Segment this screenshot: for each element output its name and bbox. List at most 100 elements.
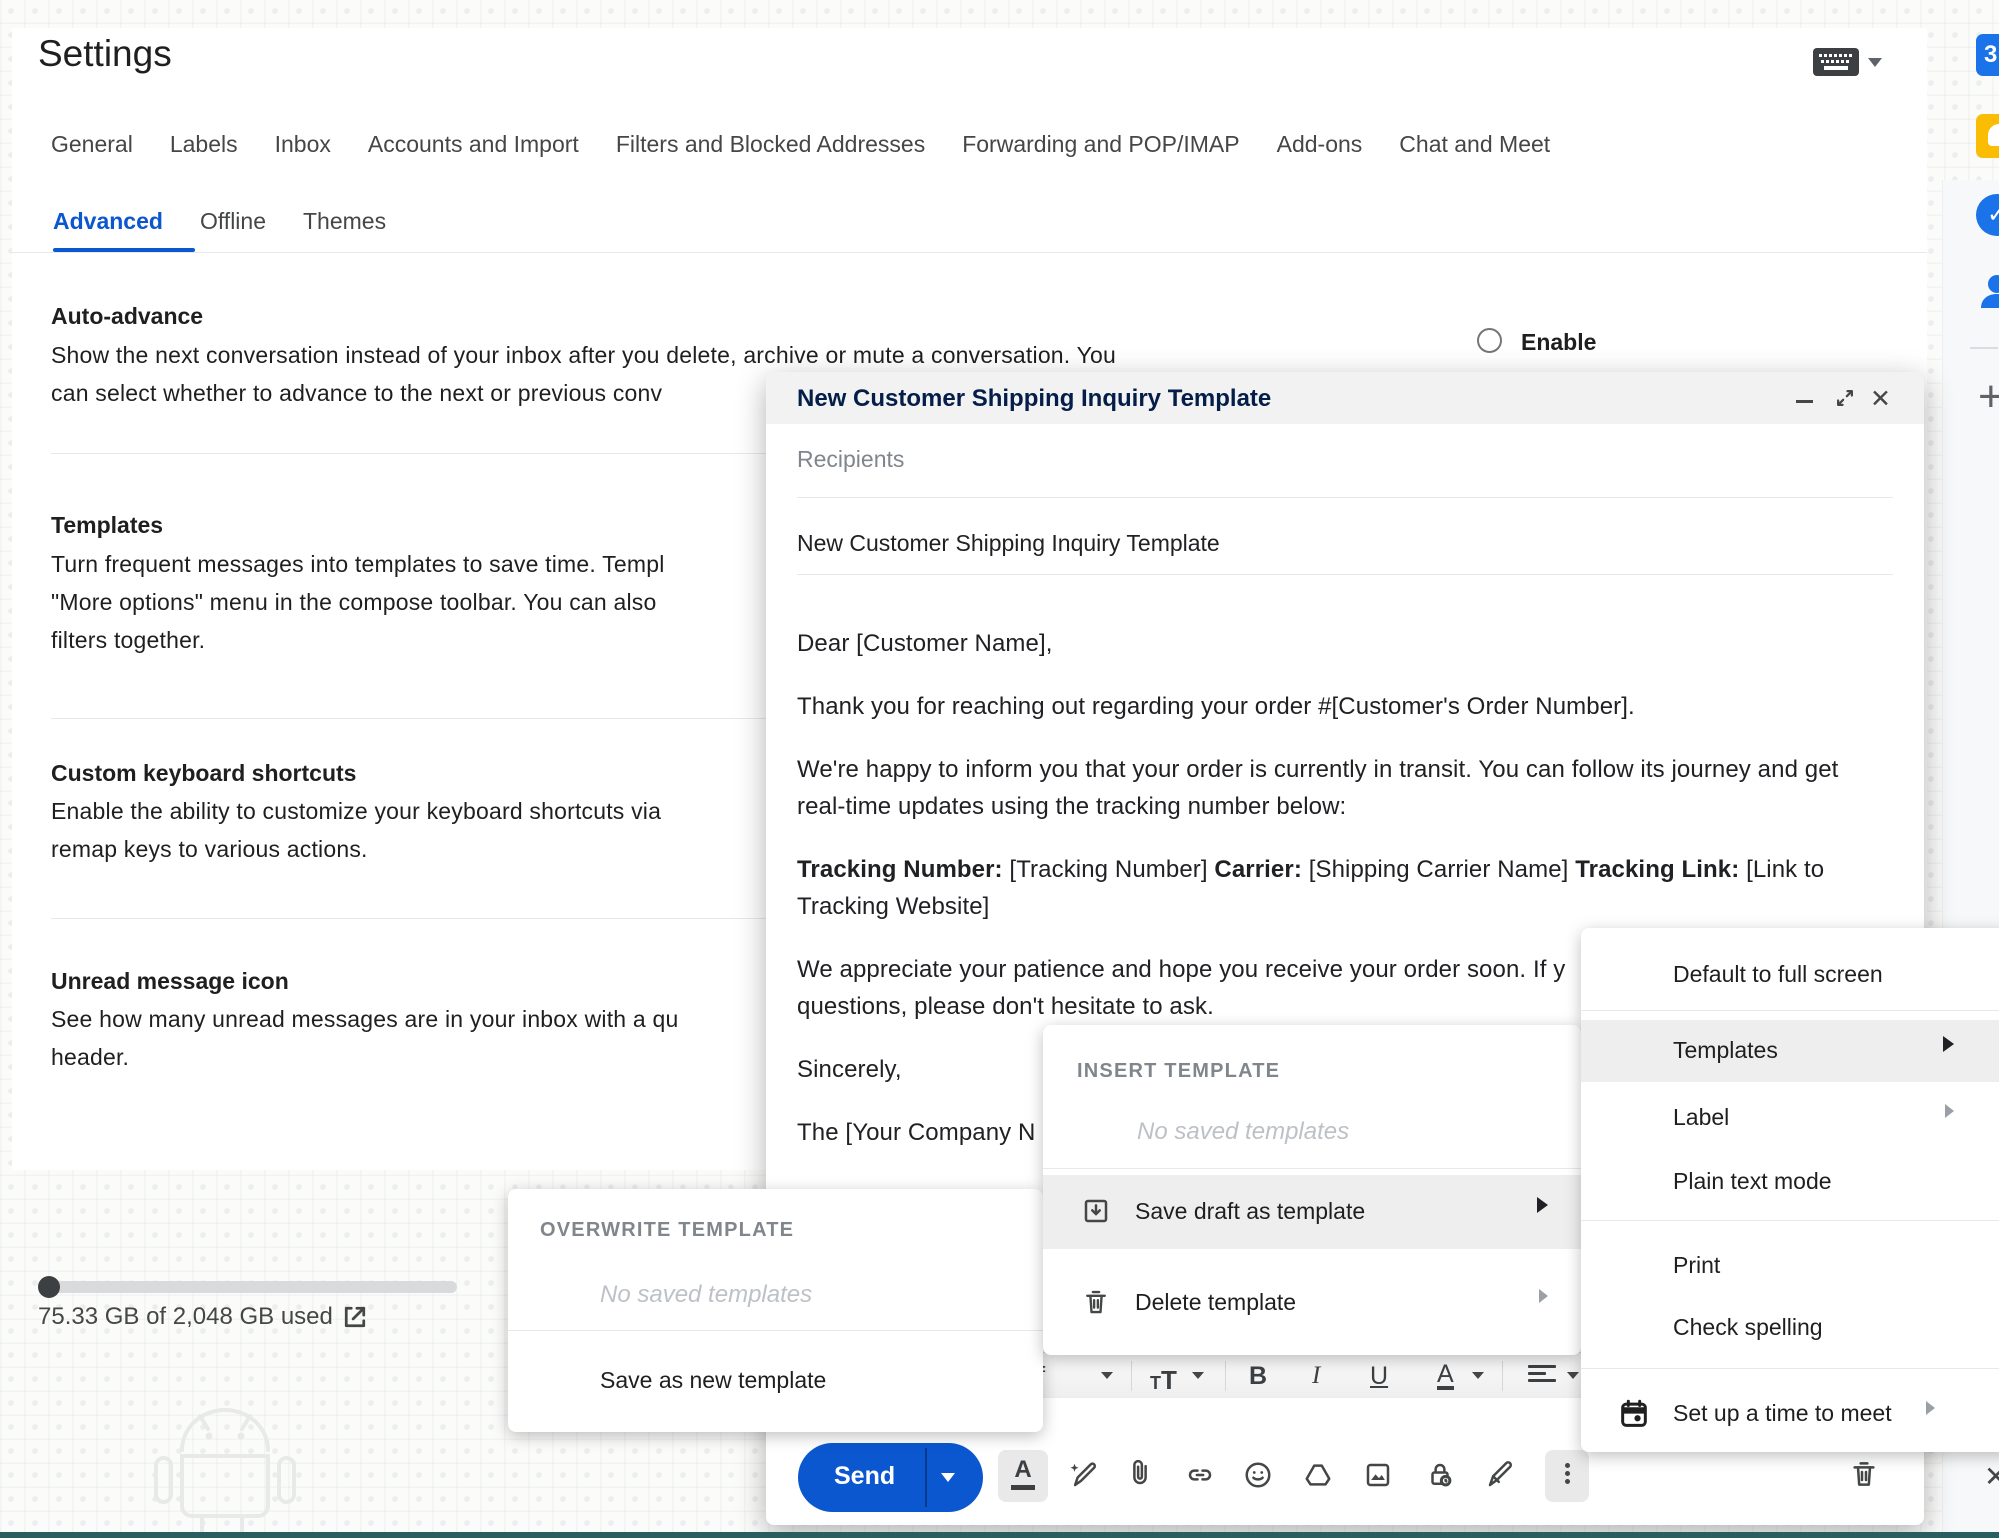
overwrite-template-header: OVERWRITE TEMPLATE bbox=[540, 1219, 794, 1242]
tab-labels[interactable]: Labels bbox=[170, 131, 238, 158]
page-title: Settings bbox=[38, 33, 172, 75]
body-line: We're happy to inform you that your orde… bbox=[797, 751, 1897, 788]
section-text: Turn frequent messages into templates to… bbox=[51, 551, 665, 578]
send-split-divider bbox=[925, 1448, 927, 1507]
underline-button[interactable]: U bbox=[1370, 1362, 1388, 1391]
menu-item-save-as-new-template[interactable]: Save as new template bbox=[508, 1331, 1043, 1430]
storage-progress-bar bbox=[45, 1281, 457, 1293]
subject-field[interactable]: New Customer Shipping Inquiry Template bbox=[797, 530, 1220, 557]
get-add-ons-plus-icon[interactable]: + bbox=[1978, 372, 1999, 422]
tab-inbox[interactable]: Inbox bbox=[275, 131, 331, 158]
tab-filters[interactable]: Filters and Blocked Addresses bbox=[616, 131, 925, 158]
section-text: Enable the ability to customize your key… bbox=[51, 798, 661, 825]
attach-file-icon[interactable] bbox=[1125, 1458, 1155, 1493]
section-text: header. bbox=[51, 1044, 129, 1071]
menu-item-save-draft-as-template[interactable]: Save draft as template bbox=[1043, 1175, 1581, 1249]
insert-from-drive-icon[interactable] bbox=[1303, 1460, 1333, 1495]
subtab-offline[interactable]: Offline bbox=[200, 208, 266, 235]
section-text: Show the next conversation instead of yo… bbox=[51, 342, 1116, 369]
tab-general[interactable]: General bbox=[51, 131, 133, 158]
side-panel-divider bbox=[1970, 347, 1998, 349]
font-size-dropdown-icon[interactable] bbox=[1192, 1372, 1204, 1379]
storage-external-link-icon[interactable] bbox=[340, 1302, 370, 1337]
help-me-write-icon[interactable] bbox=[1067, 1460, 1097, 1495]
menu-item-templates[interactable]: Templates bbox=[1581, 1020, 1999, 1082]
insert-emoji-icon[interactable] bbox=[1243, 1460, 1273, 1495]
submenu-chevron-icon bbox=[1926, 1401, 1935, 1415]
enable-radio[interactable] bbox=[1477, 328, 1502, 353]
send-button-label: Send bbox=[834, 1462, 895, 1491]
body-line: Dear [Customer Name], bbox=[797, 625, 1897, 662]
bold-button[interactable]: B bbox=[1249, 1362, 1267, 1391]
insert-link-icon[interactable] bbox=[1185, 1460, 1215, 1495]
expand-icon[interactable] bbox=[1834, 387, 1856, 414]
tab-chat-and-meet[interactable]: Chat and Meet bbox=[1399, 131, 1550, 158]
align-button[interactable] bbox=[1528, 1361, 1556, 1386]
minimize-icon[interactable] bbox=[1796, 400, 1813, 403]
compose-options-menu: Default to full screen Templates Label P… bbox=[1581, 928, 1999, 1452]
contacts-app-icon[interactable] bbox=[1976, 270, 1999, 312]
subtab-divider bbox=[12, 252, 1927, 253]
text-color-button[interactable]: A bbox=[1437, 1362, 1454, 1390]
font-size-button[interactable]: TT bbox=[1150, 1365, 1177, 1396]
discard-draft-trash-icon[interactable] bbox=[1848, 1458, 1880, 1495]
compose-window-title: New Customer Shipping Inquiry Template bbox=[797, 385, 1271, 413]
subtab-advanced[interactable]: Advanced bbox=[53, 208, 163, 235]
menu-item-set-up-time-to-meet[interactable]: Set up a time to meet bbox=[1581, 1386, 1999, 1444]
menu-item-default-to-full-screen[interactable]: Default to full screen bbox=[1673, 961, 1883, 988]
subtab-themes[interactable]: Themes bbox=[303, 208, 386, 235]
font-family-dropdown-icon[interactable] bbox=[1101, 1372, 1113, 1379]
keep-app-icon[interactable] bbox=[1976, 114, 1999, 158]
field-divider bbox=[797, 497, 1893, 498]
submenu-chevron-icon bbox=[1943, 1036, 1954, 1052]
body-line: Thank you for reaching out regarding you… bbox=[797, 688, 1897, 725]
delete-template-trash-icon bbox=[1081, 1287, 1111, 1322]
close-icon[interactable]: ✕ bbox=[1870, 384, 1891, 414]
submenu-chevron-icon bbox=[1945, 1104, 1954, 1118]
gmail-settings-screen: Settings General Labels Inbox Accounts a… bbox=[0, 0, 1999, 1538]
section-text: can select whether to advance to the nex… bbox=[51, 380, 662, 407]
section-title-unread: Unread message icon bbox=[51, 968, 289, 995]
submenu-chevron-icon bbox=[1537, 1197, 1548, 1213]
align-dropdown-icon[interactable] bbox=[1567, 1372, 1579, 1379]
menu-item-print[interactable]: Print bbox=[1673, 1252, 1720, 1279]
tab-forwarding[interactable]: Forwarding and POP/IMAP bbox=[962, 131, 1239, 158]
italic-button[interactable]: I bbox=[1312, 1362, 1320, 1390]
field-divider bbox=[797, 574, 1893, 575]
input-tools-keyboard-icon[interactable] bbox=[1812, 46, 1860, 83]
insert-photo-icon[interactable] bbox=[1363, 1460, 1393, 1495]
menu-item-label[interactable]: Label bbox=[1581, 1090, 1999, 1146]
send-options-dropdown-icon[interactable] bbox=[941, 1473, 955, 1482]
more-options-icon[interactable] bbox=[1545, 1450, 1589, 1502]
insert-template-menu: INSERT TEMPLATE No saved templates Save … bbox=[1043, 1025, 1581, 1355]
settings-subtabs: Advanced Offline Themes bbox=[53, 208, 386, 235]
storage-usage-text: 75.33 GB of 2,048 GB used bbox=[38, 1303, 333, 1331]
storage-progress-knob bbox=[38, 1276, 60, 1298]
recipients-field[interactable]: Recipients bbox=[797, 446, 904, 473]
android-watermark-icon bbox=[120, 1402, 350, 1538]
formatting-options-button[interactable]: A bbox=[998, 1450, 1048, 1502]
tab-accounts-and-import[interactable]: Accounts and Import bbox=[368, 131, 579, 158]
no-saved-templates-label: No saved templates bbox=[1137, 1118, 1349, 1146]
active-subtab-underline bbox=[53, 248, 195, 252]
save-template-icon bbox=[1081, 1196, 1111, 1231]
section-text: "More options" menu in the compose toolb… bbox=[51, 589, 656, 616]
send-button[interactable]: Send bbox=[798, 1443, 983, 1512]
section-text: filters together. bbox=[51, 627, 205, 654]
side-panel-close-icon[interactable]: ✕ bbox=[1984, 1460, 1999, 1493]
insert-template-header: INSERT TEMPLATE bbox=[1077, 1060, 1280, 1083]
menu-item-delete-template[interactable]: Delete template bbox=[1043, 1263, 1581, 1343]
menu-item-plain-text-mode[interactable]: Plain text mode bbox=[1673, 1168, 1832, 1195]
section-title-templates: Templates bbox=[51, 512, 163, 539]
calendar-app-icon[interactable]: 3 bbox=[1976, 34, 1999, 76]
enable-radio-label: Enable bbox=[1521, 329, 1596, 356]
calendar-meet-icon bbox=[1617, 1397, 1651, 1436]
input-tools-dropdown-icon[interactable] bbox=[1868, 58, 1882, 67]
text-color-dropdown-icon[interactable] bbox=[1472, 1372, 1484, 1379]
tab-add-ons[interactable]: Add-ons bbox=[1277, 131, 1363, 158]
signature-pen-icon[interactable] bbox=[1485, 1460, 1515, 1495]
confidential-mode-icon[interactable] bbox=[1425, 1460, 1455, 1495]
menu-item-check-spelling[interactable]: Check spelling bbox=[1673, 1314, 1823, 1341]
overwrite-template-menu: OVERWRITE TEMPLATE No saved templates Sa… bbox=[508, 1189, 1043, 1432]
body-line: real-time updates using the tracking num… bbox=[797, 788, 1897, 825]
